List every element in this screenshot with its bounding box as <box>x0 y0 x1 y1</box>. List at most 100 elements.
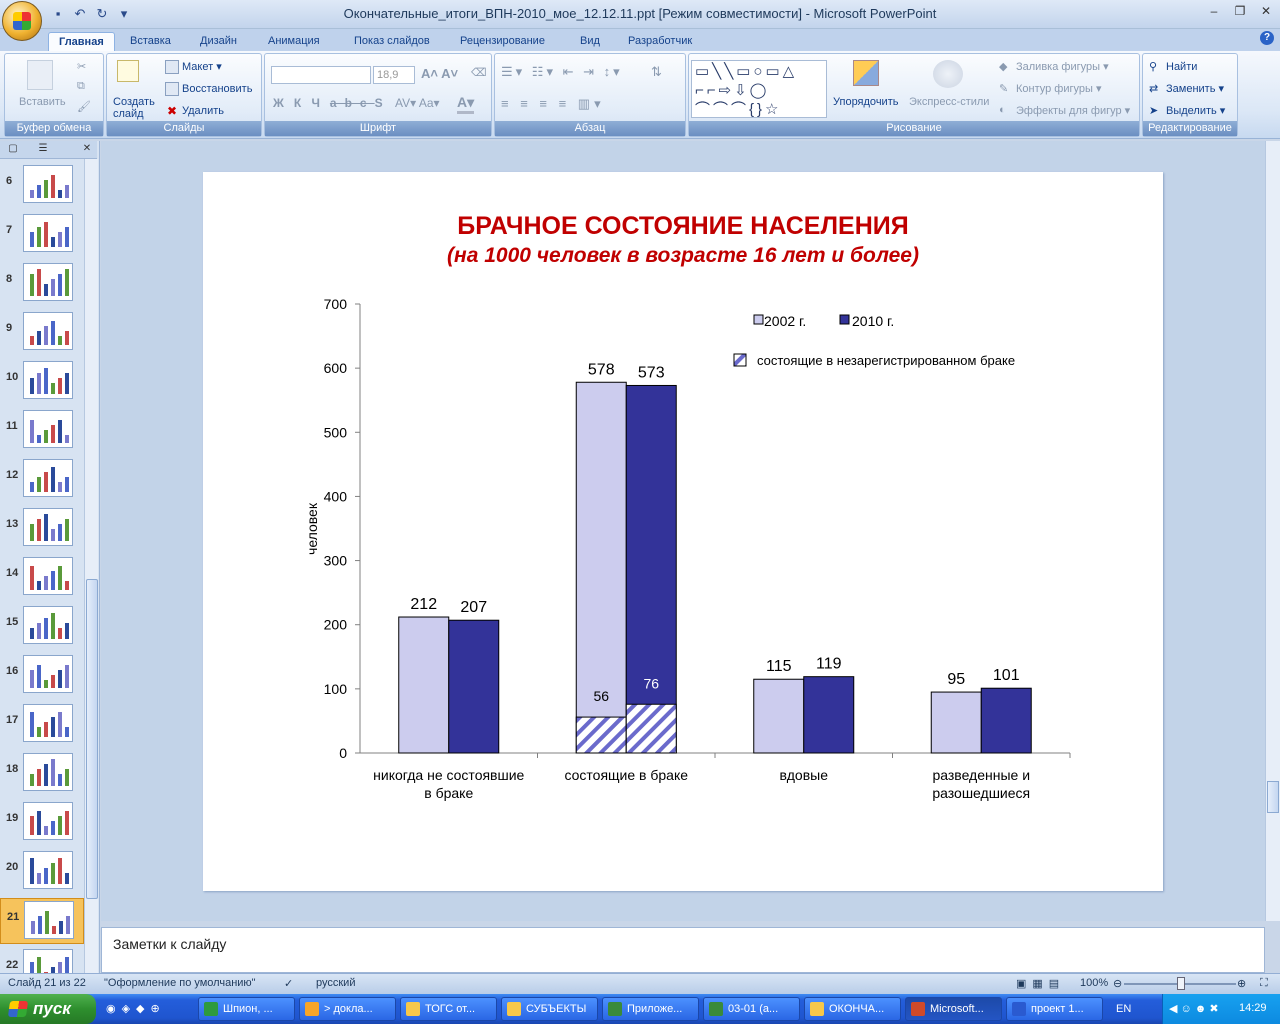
tab-developer[interactable]: Разработчик <box>618 32 702 51</box>
thumbnail-mini-bar <box>51 279 55 296</box>
input-language[interactable]: EN <box>1116 1003 1131 1015</box>
spellcheck-icon[interactable]: ✓ <box>284 977 293 990</box>
tab-view[interactable]: Вид <box>570 32 610 51</box>
tab-slideshow[interactable]: Показ слайдов <box>344 32 440 51</box>
arrange-button[interactable]: Упорядочить <box>833 96 898 108</box>
thumbnail-mini-bar <box>58 336 62 345</box>
y-tick-label: 100 <box>324 681 348 697</box>
slide-canvas[interactable]: БРАЧНОЕ СОСТОЯНИЕ НАСЕЛЕНИЯ (на 1000 чел… <box>203 172 1163 891</box>
thumbnail-mini-bar <box>58 190 62 198</box>
slides-tab-icon[interactable]: ▢ <box>6 143 20 156</box>
tab-animation[interactable]: Анимация <box>258 32 330 51</box>
chart[interactable]: 0 100 200 300 400 500 600 700 человек 212 207 578 56… <box>203 172 1163 891</box>
office-button[interactable] <box>2 1 42 41</box>
slide-thumbnail[interactable]: 21 <box>0 898 84 944</box>
data-label: 578 <box>588 361 615 378</box>
slide-thumbnail[interactable]: 15 <box>0 604 84 650</box>
slide-thumbnail[interactable]: 8 <box>0 261 84 307</box>
panel-scrollbar[interactable] <box>84 159 98 974</box>
shapes-gallery[interactable]: ▭╲╲▭○▭△ ⌐⌐⇨⇩◯ ⌒⌒⌒{}☆ <box>691 60 827 118</box>
new-slide-icon <box>117 60 139 82</box>
taskbar-button[interactable]: 03-01 (а... <box>703 997 800 1021</box>
quick-styles-button[interactable]: Экспресс-стили <box>909 96 989 108</box>
slide-thumbnail[interactable]: 14 <box>0 555 84 601</box>
panel-scroll-thumb[interactable] <box>86 579 98 899</box>
zoom-slider-knob[interactable] <box>1177 977 1185 990</box>
shape-outline-button[interactable]: ✎ Контур фигуры ▾ <box>999 82 1102 96</box>
thumbnail-mini-bar <box>65 769 69 786</box>
taskbar-button[interactable]: СУБЪЕКТЫ <box>501 997 598 1021</box>
slide-thumbnail[interactable]: 13 <box>0 506 84 552</box>
select-button[interactable]: ➤ Выделить ▾ <box>1149 104 1225 118</box>
outline-tab-icon[interactable]: ☰ <box>36 143 50 156</box>
list-buttons[interactable]: ☰▾ ☷▾ ⇤ ⇥ ↕▾ <box>501 64 623 80</box>
tab-design[interactable]: Дизайн <box>190 32 247 51</box>
paste-button[interactable]: Вставить <box>19 96 66 108</box>
maximize-button[interactable]: ❐ <box>1228 2 1252 20</box>
font-format-buttons[interactable]: ЖКЧabcS <box>273 96 393 110</box>
char-spacing-icon[interactable]: AV▾ Aa▾ <box>395 96 440 110</box>
format-painter-icon[interactable]: 🖌 <box>77 100 91 113</box>
thumbnail-mini-bar <box>65 435 69 443</box>
new-slide-button[interactable]: Создать слайд <box>113 96 159 120</box>
slide-thumbnail-preview <box>23 557 73 595</box>
slide-thumbnail[interactable]: 19 <box>0 800 84 846</box>
start-button[interactable]: пуск <box>0 994 96 1024</box>
slide-thumbnail[interactable]: 18 <box>0 751 84 797</box>
close-panel-icon[interactable]: ✕ <box>80 143 94 156</box>
taskbar-button[interactable]: ОКОНЧА... <box>804 997 901 1021</box>
slide-thumbnail[interactable]: 9 <box>0 310 84 356</box>
notes-pane[interactable]: Заметки к слайду <box>101 927 1265 973</box>
app-icon <box>709 1002 723 1016</box>
font-name-combobox[interactable] <box>271 66 371 84</box>
slide-thumbnail[interactable]: 17 <box>0 702 84 748</box>
slide-thumbnail[interactable]: 20 <box>0 849 84 895</box>
taskbar-button[interactable]: проект 1... <box>1006 997 1103 1021</box>
clear-format-icon[interactable]: ⌫ <box>471 66 487 79</box>
text-direction-icon[interactable]: ⇅ <box>651 64 662 80</box>
slide-thumbnail[interactable]: 7 <box>0 212 84 258</box>
zoom-in-icon[interactable]: ⊕ <box>1237 977 1246 990</box>
shape-fill-button[interactable]: ◆ Заливка фигуры ▾ <box>999 60 1109 74</box>
tray-icons[interactable]: ◀ ☺ ☻ ✖ <box>1169 1002 1219 1015</box>
taskbar-button[interactable]: Приложе... <box>602 997 699 1021</box>
shape-effects-button[interactable]: ◐ Эффекты для фигур ▾ <box>999 104 1130 118</box>
font-size-combobox[interactable]: 18,9 <box>373 66 415 84</box>
taskbar-button[interactable]: Шпион, ... <box>198 997 295 1021</box>
font-color-icon[interactable]: A▾ <box>457 94 475 114</box>
slide-thumbnail[interactable]: 16 <box>0 653 84 699</box>
grow-font-icon[interactable]: A˄ A˅ <box>421 66 458 81</box>
align-buttons[interactable]: ≡ ≡ ≡ ≡ ▥▾ <box>501 96 605 112</box>
minimize-button[interactable]: – <box>1202 2 1226 20</box>
slide-thumbnail[interactable]: 10 <box>0 359 84 405</box>
language-indicator[interactable]: русский <box>316 977 355 989</box>
cut-icon[interactable]: ✂ <box>77 60 86 73</box>
tab-home[interactable]: Главная <box>48 32 115 51</box>
slide-scroll-thumb[interactable] <box>1267 781 1279 813</box>
slide-thumbnail[interactable]: 12 <box>0 457 84 503</box>
tab-insert[interactable]: Вставка <box>120 32 181 51</box>
slide-thumbnail[interactable]: 6 <box>0 163 84 209</box>
close-button[interactable]: ✕ <box>1254 2 1278 20</box>
copy-icon[interactable]: ⧉ <box>77 80 85 93</box>
thumbnail-mini-bar <box>51 571 55 590</box>
reset-button[interactable]: Восстановить <box>165 82 252 96</box>
help-icon[interactable]: ? <box>1260 31 1274 45</box>
zoom-out-icon[interactable]: ⊖ <box>1113 977 1122 990</box>
tab-review[interactable]: Рецензирование <box>450 32 555 51</box>
view-buttons[interactable]: ▣▦▤ <box>1016 977 1065 990</box>
layout-button[interactable]: Макет ▾ <box>165 60 222 75</box>
taskbar-button[interactable]: ТОГС от... <box>400 997 497 1021</box>
slide-scrollbar[interactable] <box>1265 141 1280 921</box>
find-button[interactable]: ⚲ Найти <box>1149 60 1197 74</box>
zoom-level[interactable]: 100% <box>1080 977 1108 989</box>
taskbar-button[interactable]: Microsoft... <box>905 997 1002 1021</box>
replace-button[interactable]: ⇄ Заменить ▾ <box>1149 82 1224 96</box>
taskbar-button[interactable]: > доклa... <box>299 997 396 1021</box>
delete-slide-button[interactable]: ✖ Удалить <box>165 104 224 118</box>
fit-window-icon[interactable]: ⛶ <box>1260 977 1268 990</box>
app-icon <box>507 1002 521 1016</box>
slide-thumbnail[interactable]: 11 <box>0 408 84 454</box>
quick-launch-icons[interactable]: ◉◈◆⊕ <box>106 1002 166 1015</box>
thumbnail-mini-bar <box>44 618 48 639</box>
